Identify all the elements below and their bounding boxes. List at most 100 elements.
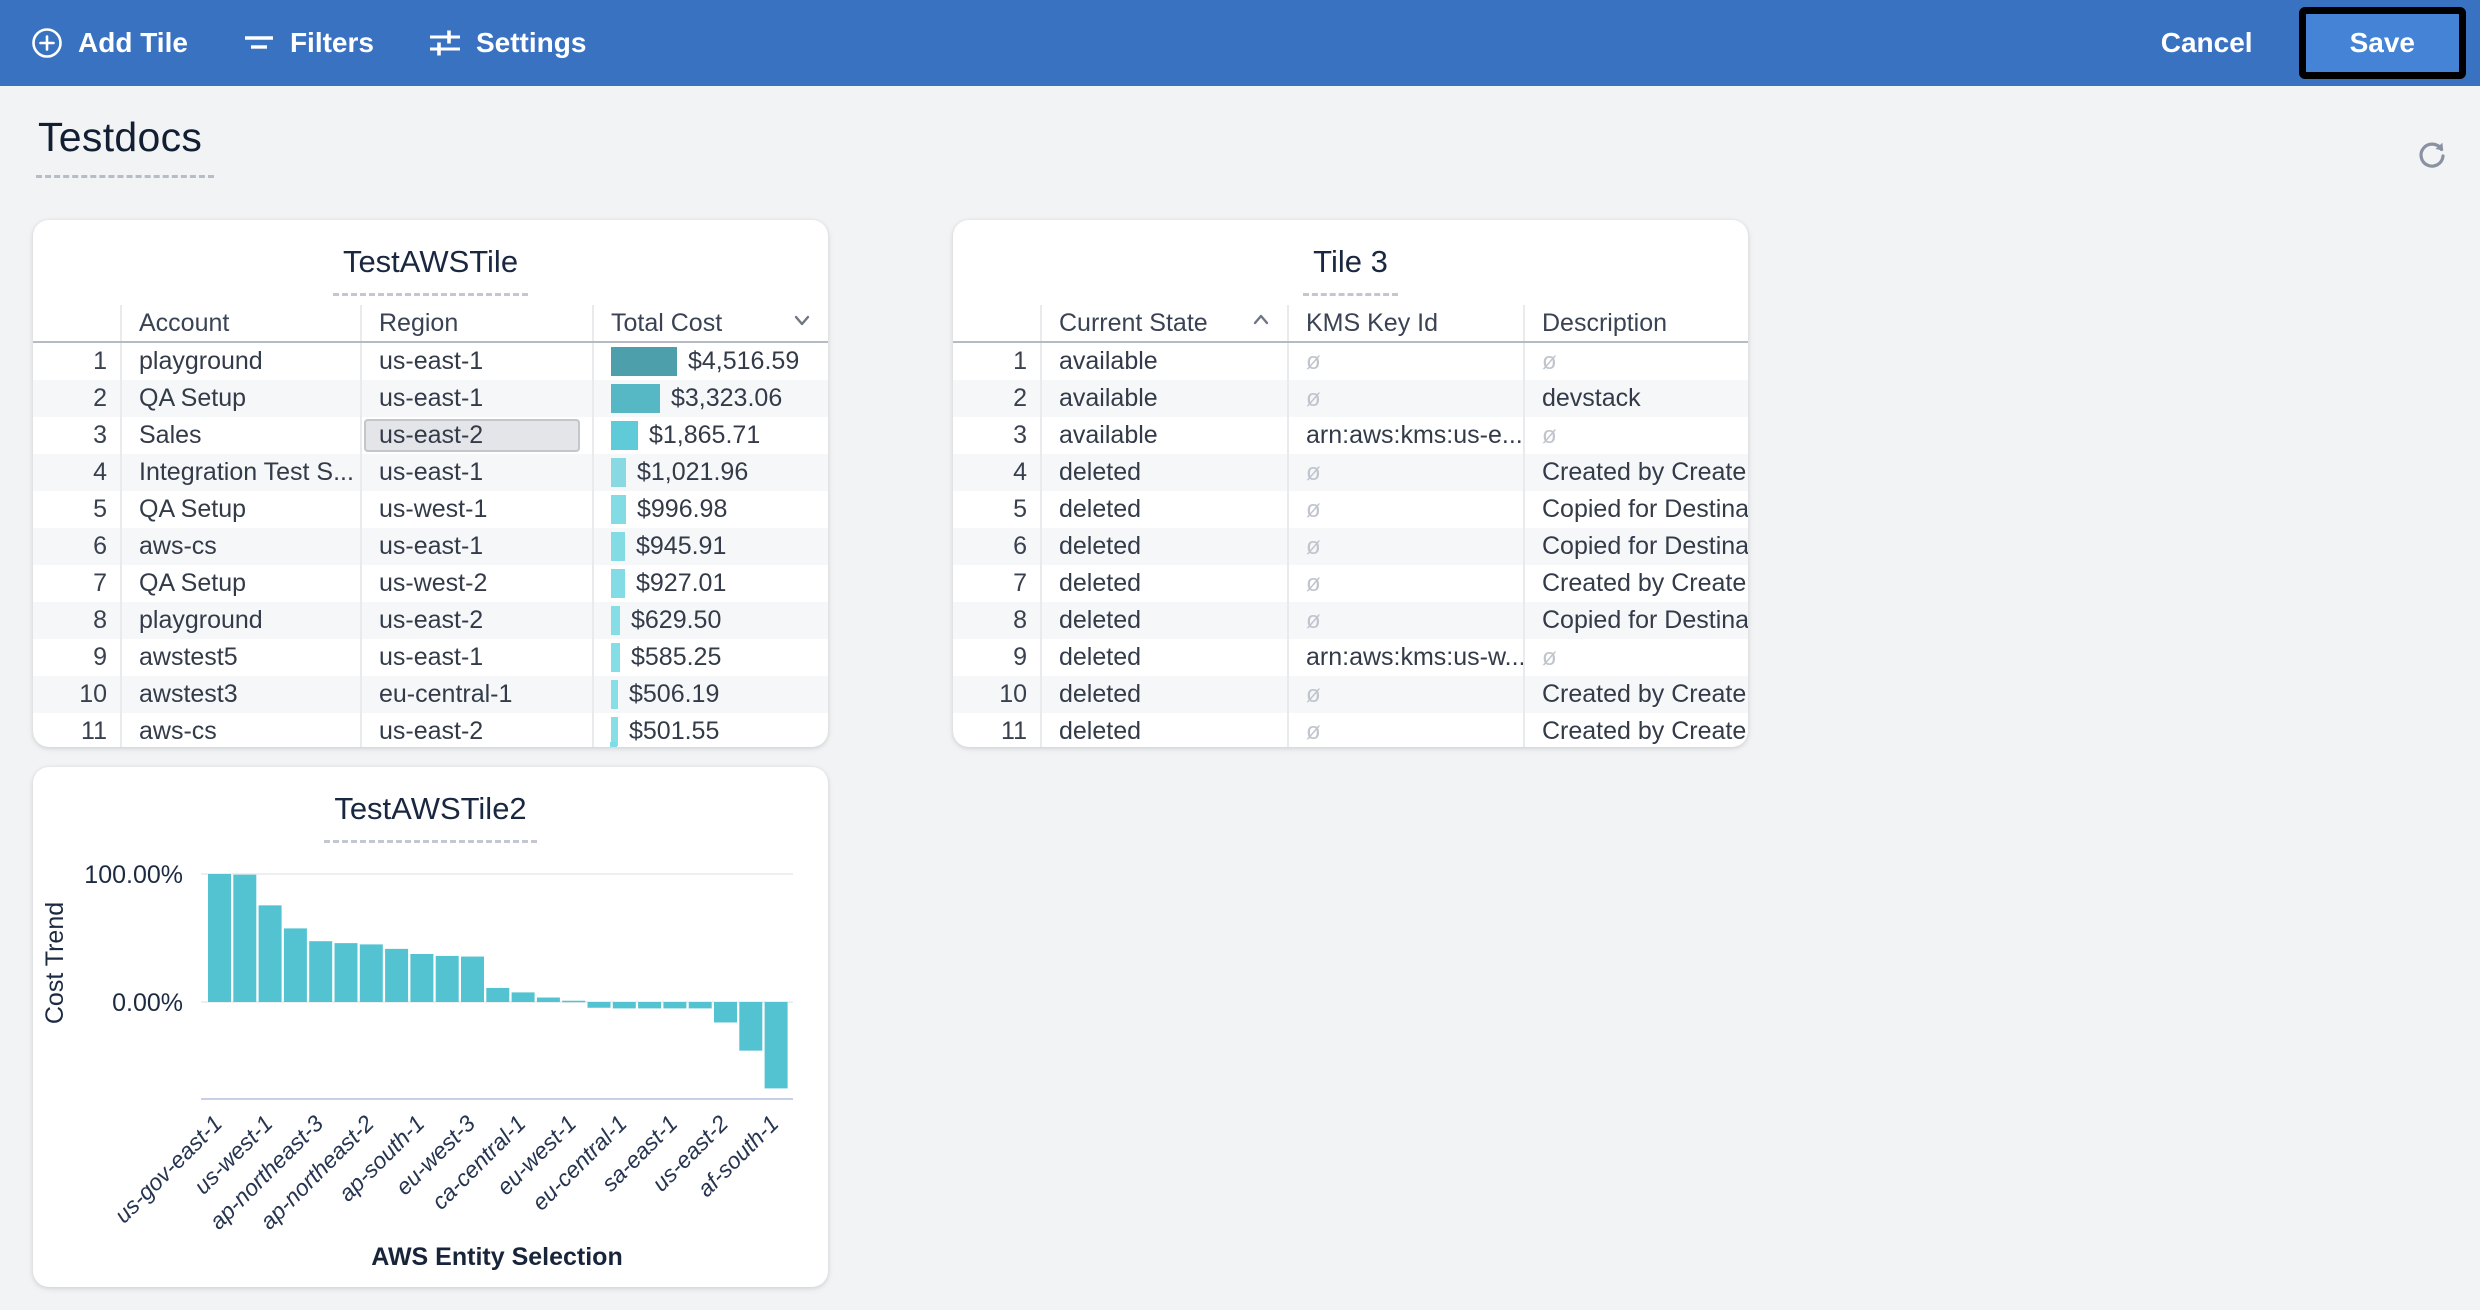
cell-region[interactable]: eu-central-1 (360, 676, 592, 713)
filters-button[interactable]: Filters (242, 26, 374, 60)
tile-title[interactable]: Tile 3 (1303, 244, 1398, 296)
cell-kms-key-id[interactable]: ø (1287, 491, 1523, 528)
bar[interactable] (739, 1002, 762, 1051)
cell-kms-key-id[interactable]: ø (1287, 676, 1523, 713)
cell-total-cost[interactable]: $506.19 (592, 676, 828, 713)
cell-total-cost[interactable]: $996.98 (592, 491, 828, 528)
bar[interactable] (233, 875, 256, 1002)
cell-account[interactable]: Integration Test S... (120, 454, 360, 491)
cell-description[interactable]: ø (1523, 343, 1748, 380)
bar[interactable] (588, 1002, 611, 1008)
bar[interactable] (689, 1002, 712, 1008)
chevron-up-icon[interactable] (1249, 308, 1273, 339)
cell-kms-key-id[interactable]: ø (1287, 713, 1523, 747)
bar[interactable] (765, 1002, 788, 1088)
cell-account[interactable]: aws-cs (120, 713, 360, 747)
header-kms-key-id[interactable]: KMS Key Id (1287, 305, 1523, 341)
cell-kms-key-id[interactable]: ø (1287, 528, 1523, 565)
cell-account[interactable]: aws-cs (120, 528, 360, 565)
cell-current-state[interactable]: deleted (1040, 602, 1287, 639)
cell-account[interactable]: awstest5 (120, 639, 360, 676)
bar[interactable] (309, 941, 332, 1002)
header-description[interactable]: Description (1523, 305, 1748, 341)
cell-region[interactable]: us-west-1 (360, 491, 592, 528)
cell-description[interactable]: devstack (1523, 380, 1748, 417)
bar[interactable] (512, 992, 535, 1002)
cell-kms-key-id[interactable]: arn:aws:kms:us-e... (1287, 417, 1523, 454)
cell-current-state[interactable]: available (1040, 343, 1287, 380)
header-total-cost[interactable]: Total Cost (592, 305, 828, 341)
dashboard-title[interactable]: Testdocs (36, 114, 214, 178)
refresh-icon[interactable] (2414, 138, 2450, 179)
bar[interactable] (284, 928, 307, 1002)
bar[interactable] (410, 954, 433, 1002)
cell-description[interactable]: Created by Create... (1523, 454, 1748, 491)
cell-region[interactable]: us-east-1 (360, 343, 592, 380)
header-region[interactable]: Region (360, 305, 592, 341)
cell-current-state[interactable]: deleted (1040, 639, 1287, 676)
bar[interactable] (714, 1002, 737, 1022)
cell-description[interactable]: Copied for Destina... (1523, 602, 1748, 639)
cell-kms-key-id[interactable]: ø (1287, 454, 1523, 491)
bar[interactable] (638, 1002, 661, 1008)
cell-current-state[interactable]: available (1040, 380, 1287, 417)
cell-total-cost[interactable]: $1,865.71 (592, 417, 828, 454)
tile-title[interactable]: TestAWSTile (333, 244, 528, 296)
bar[interactable] (385, 949, 408, 1002)
cell-total-cost[interactable]: $629.50 (592, 602, 828, 639)
bar[interactable] (486, 988, 509, 1002)
cell-kms-key-id[interactable]: ø (1287, 380, 1523, 417)
cell-total-cost[interactable]: $3,323.06 (592, 380, 828, 417)
settings-button[interactable]: Settings (428, 26, 586, 60)
cell-account[interactable]: playground (120, 602, 360, 639)
bar[interactable] (537, 998, 560, 1002)
bar[interactable] (259, 905, 282, 1002)
cell-current-state[interactable]: available (1040, 417, 1287, 454)
cell-region[interactable]: us-east-1 (360, 639, 592, 676)
cell-account[interactable]: QA Setup (120, 380, 360, 417)
bar[interactable] (335, 943, 358, 1002)
bar[interactable] (461, 957, 484, 1002)
selected-cell[interactable]: us-east-2 (364, 419, 580, 452)
cell-current-state[interactable]: deleted (1040, 491, 1287, 528)
cell-description[interactable]: Copied for Destina... (1523, 528, 1748, 565)
cell-current-state[interactable]: deleted (1040, 565, 1287, 602)
cell-account[interactable]: QA Setup (120, 491, 360, 528)
cell-current-state[interactable]: deleted (1040, 713, 1287, 747)
bar[interactable] (663, 1002, 686, 1008)
chevron-down-icon[interactable] (790, 308, 814, 339)
cell-region[interactable]: us-east-1 (360, 380, 592, 417)
cell-kms-key-id[interactable]: ø (1287, 343, 1523, 380)
cell-account[interactable]: playground (120, 343, 360, 380)
cell-region[interactable]: us-east-2 (360, 602, 592, 639)
cell-description[interactable]: Created by Create... (1523, 713, 1748, 747)
cell-total-cost[interactable]: $585.25 (592, 639, 828, 676)
cell-kms-key-id[interactable]: ø (1287, 602, 1523, 639)
bar[interactable] (360, 944, 383, 1002)
bar[interactable] (436, 956, 459, 1002)
save-button[interactable]: Save (2306, 14, 2459, 72)
cell-kms-key-id[interactable]: ø (1287, 565, 1523, 602)
cell-description[interactable]: Created by Create... (1523, 676, 1748, 713)
cell-total-cost[interactable]: $4,516.59 (592, 343, 828, 380)
tile-title[interactable]: TestAWSTile2 (324, 791, 536, 843)
cell-total-cost[interactable]: $501.55 (592, 713, 828, 747)
cell-region[interactable]: us-east-2 (360, 417, 592, 454)
cell-current-state[interactable]: deleted (1040, 528, 1287, 565)
cancel-button[interactable]: Cancel (2143, 17, 2271, 69)
cell-kms-key-id[interactable]: arn:aws:kms:us-w... (1287, 639, 1523, 676)
cell-description[interactable]: Copied for Destina... (1523, 491, 1748, 528)
cell-region[interactable]: us-west-2 (360, 565, 592, 602)
cell-total-cost[interactable]: $945.91 (592, 528, 828, 565)
cell-total-cost[interactable]: $1,021.96 (592, 454, 828, 491)
header-current-state[interactable]: Current State (1040, 305, 1287, 341)
bar[interactable] (613, 1002, 636, 1008)
cell-current-state[interactable]: deleted (1040, 676, 1287, 713)
cell-account[interactable]: Sales (120, 417, 360, 454)
cell-current-state[interactable]: deleted (1040, 454, 1287, 491)
cell-account[interactable]: QA Setup (120, 565, 360, 602)
cell-region[interactable]: us-east-2 (360, 713, 592, 747)
cell-description[interactable]: ø (1523, 639, 1748, 676)
header-account[interactable]: Account (120, 305, 360, 341)
add-tile-button[interactable]: Add Tile (30, 26, 188, 60)
